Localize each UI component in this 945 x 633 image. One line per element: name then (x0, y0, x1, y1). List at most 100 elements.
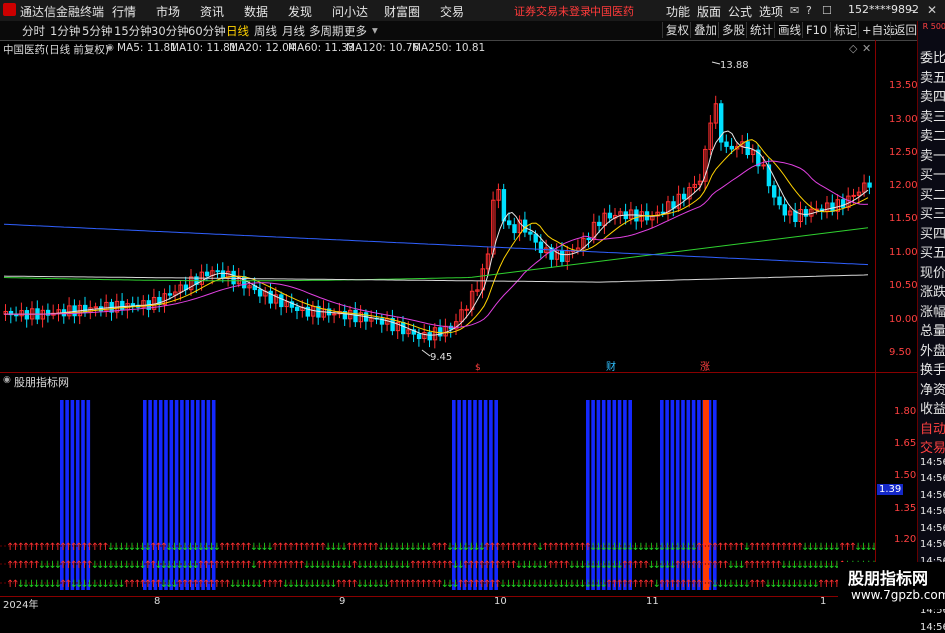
candle[interactable] (867, 182, 872, 188)
side-item[interactable]: 收益 (920, 398, 945, 417)
menu-layout[interactable]: 版面 (697, 3, 721, 20)
candle[interactable] (507, 220, 512, 226)
candlestick-chart[interactable]: 13.88 9.45 $ 财 涨 (0, 40, 875, 372)
side-item[interactable]: 涨幅 (920, 301, 945, 320)
menu-quotes[interactable]: 行情 (112, 3, 136, 20)
candle[interactable] (772, 185, 777, 198)
candle[interactable] (295, 306, 300, 312)
side-item[interactable]: 买三 (920, 203, 945, 222)
period-more[interactable]: 更多 (344, 23, 367, 39)
side-item[interactable]: 外盘 (920, 340, 945, 359)
btn-mark[interactable]: 标记 (830, 22, 857, 38)
period-timeshare[interactable]: 分时 (22, 23, 45, 39)
side-item[interactable]: 卖一 (920, 145, 945, 164)
event-marker-limitup[interactable]: 涨 (700, 361, 710, 372)
btn-adjust[interactable]: 复权 (662, 22, 689, 38)
candle[interactable] (24, 310, 30, 320)
side-item[interactable]: 买一 (920, 164, 945, 183)
candle[interactable] (257, 289, 263, 297)
candle[interactable] (840, 199, 846, 208)
candle[interactable] (416, 333, 422, 340)
side-item[interactable]: 买四 (920, 223, 945, 242)
side-item[interactable]: 14:56 (920, 490, 945, 501)
indicator-chart[interactable]: ↑↑↑↑↑↑↑↑↑↑↑↑↑↑↑↑↑↑↑↓↓↓↓↓↓↓↓↑↑↑↓↓↓↓↓↓↓↓↓↓… (0, 372, 875, 594)
side-item[interactable]: 14:56 (920, 523, 945, 534)
candle[interactable] (761, 164, 766, 167)
candle[interactable] (464, 308, 470, 311)
help-icon[interactable]: ? (806, 4, 812, 17)
side-item[interactable]: 涨跌 (920, 281, 945, 300)
side-item[interactable]: 14:56 (920, 473, 945, 484)
candle[interactable] (14, 314, 19, 317)
candle[interactable] (777, 196, 782, 206)
candle[interactable] (729, 145, 734, 150)
candle[interactable] (130, 303, 136, 306)
candle[interactable] (560, 250, 565, 262)
side-item[interactable]: 14:56 (920, 539, 945, 550)
side-item[interactable]: 14:56 (920, 506, 945, 517)
candle[interactable] (803, 209, 809, 217)
side-item[interactable]: 卖三 (920, 106, 945, 125)
close-icon[interactable]: ✕ (924, 2, 940, 18)
side-item[interactable]: 买五 (920, 242, 945, 261)
login-warning[interactable]: 证券交易未登录 (514, 3, 591, 19)
candle[interactable] (830, 202, 835, 212)
candle[interactable] (724, 141, 729, 147)
period-60min[interactable]: 60分钟 (188, 23, 226, 39)
side-item[interactable]: 换手 (920, 359, 945, 378)
candle[interactable] (220, 270, 226, 279)
side-item[interactable]: 净资 (920, 379, 945, 398)
period-1min[interactable]: 1分钟 (50, 23, 80, 39)
side-item[interactable]: 交易 (920, 437, 945, 456)
candle[interactable] (353, 309, 358, 323)
event-marker-finance[interactable]: 财 (606, 360, 616, 372)
candle[interactable] (279, 294, 284, 308)
candle[interactable] (231, 270, 236, 285)
btn-f10[interactable]: F10 (802, 22, 827, 38)
menu-data[interactable]: 数据 (244, 3, 268, 20)
menu-news[interactable]: 资讯 (200, 3, 224, 20)
period-weekly[interactable]: 周线 (254, 23, 277, 39)
event-marker-dividend[interactable]: $ (475, 363, 481, 372)
btn-back[interactable]: 返回 (890, 22, 917, 38)
side-item[interactable]: 买二 (920, 184, 945, 203)
more-dropdown-icon[interactable]: ▾ (372, 23, 378, 37)
side-item[interactable]: 总量 (920, 320, 945, 339)
candle[interactable] (533, 233, 538, 243)
period-monthly[interactable]: 月线 (282, 23, 305, 39)
side-item[interactable]: 委比 (920, 47, 945, 66)
btn-stats[interactable]: 统计 (746, 22, 773, 38)
btn-draw[interactable]: 画线 (774, 22, 801, 38)
menu-function[interactable]: 功能 (666, 3, 690, 20)
candle[interactable] (215, 270, 220, 273)
btn-multistock[interactable]: 多股 (718, 22, 745, 38)
candle[interactable] (512, 224, 517, 234)
menu-trade[interactable]: 交易 (440, 3, 464, 20)
menu-options[interactable]: 选项 (759, 3, 783, 20)
candle[interactable] (681, 193, 687, 200)
side-item[interactable]: 卖四 (920, 86, 945, 105)
minimize-icon[interactable]: – (904, 2, 920, 18)
menu-discover[interactable]: 发现 (288, 3, 312, 20)
candle[interactable] (586, 237, 591, 241)
menu-wealth[interactable]: 财富圈 (384, 3, 420, 20)
menu-ask[interactable]: 问小达 (332, 3, 368, 20)
side-item[interactable]: 自动 (920, 418, 945, 437)
btn-overlay[interactable]: 叠加 (690, 22, 717, 38)
candle[interactable] (427, 332, 432, 341)
side-item[interactable]: 14:56 (920, 622, 945, 633)
menu-formula[interactable]: 公式 (728, 3, 752, 20)
message-icon[interactable]: ✉ (790, 4, 799, 17)
candle[interactable] (401, 321, 406, 335)
candle[interactable] (851, 194, 856, 197)
candle[interactable] (167, 293, 173, 296)
period-5min[interactable]: 5分钟 (82, 23, 112, 39)
candle[interactable] (538, 241, 544, 254)
candle[interactable] (597, 221, 602, 227)
menu-market[interactable]: 市场 (156, 3, 180, 20)
side-item[interactable]: 卖五 (920, 67, 945, 86)
period-multi[interactable]: 多周期 (309, 23, 344, 39)
candle[interactable] (782, 204, 787, 216)
candle[interactable] (501, 189, 507, 222)
candle[interactable] (528, 231, 533, 235)
